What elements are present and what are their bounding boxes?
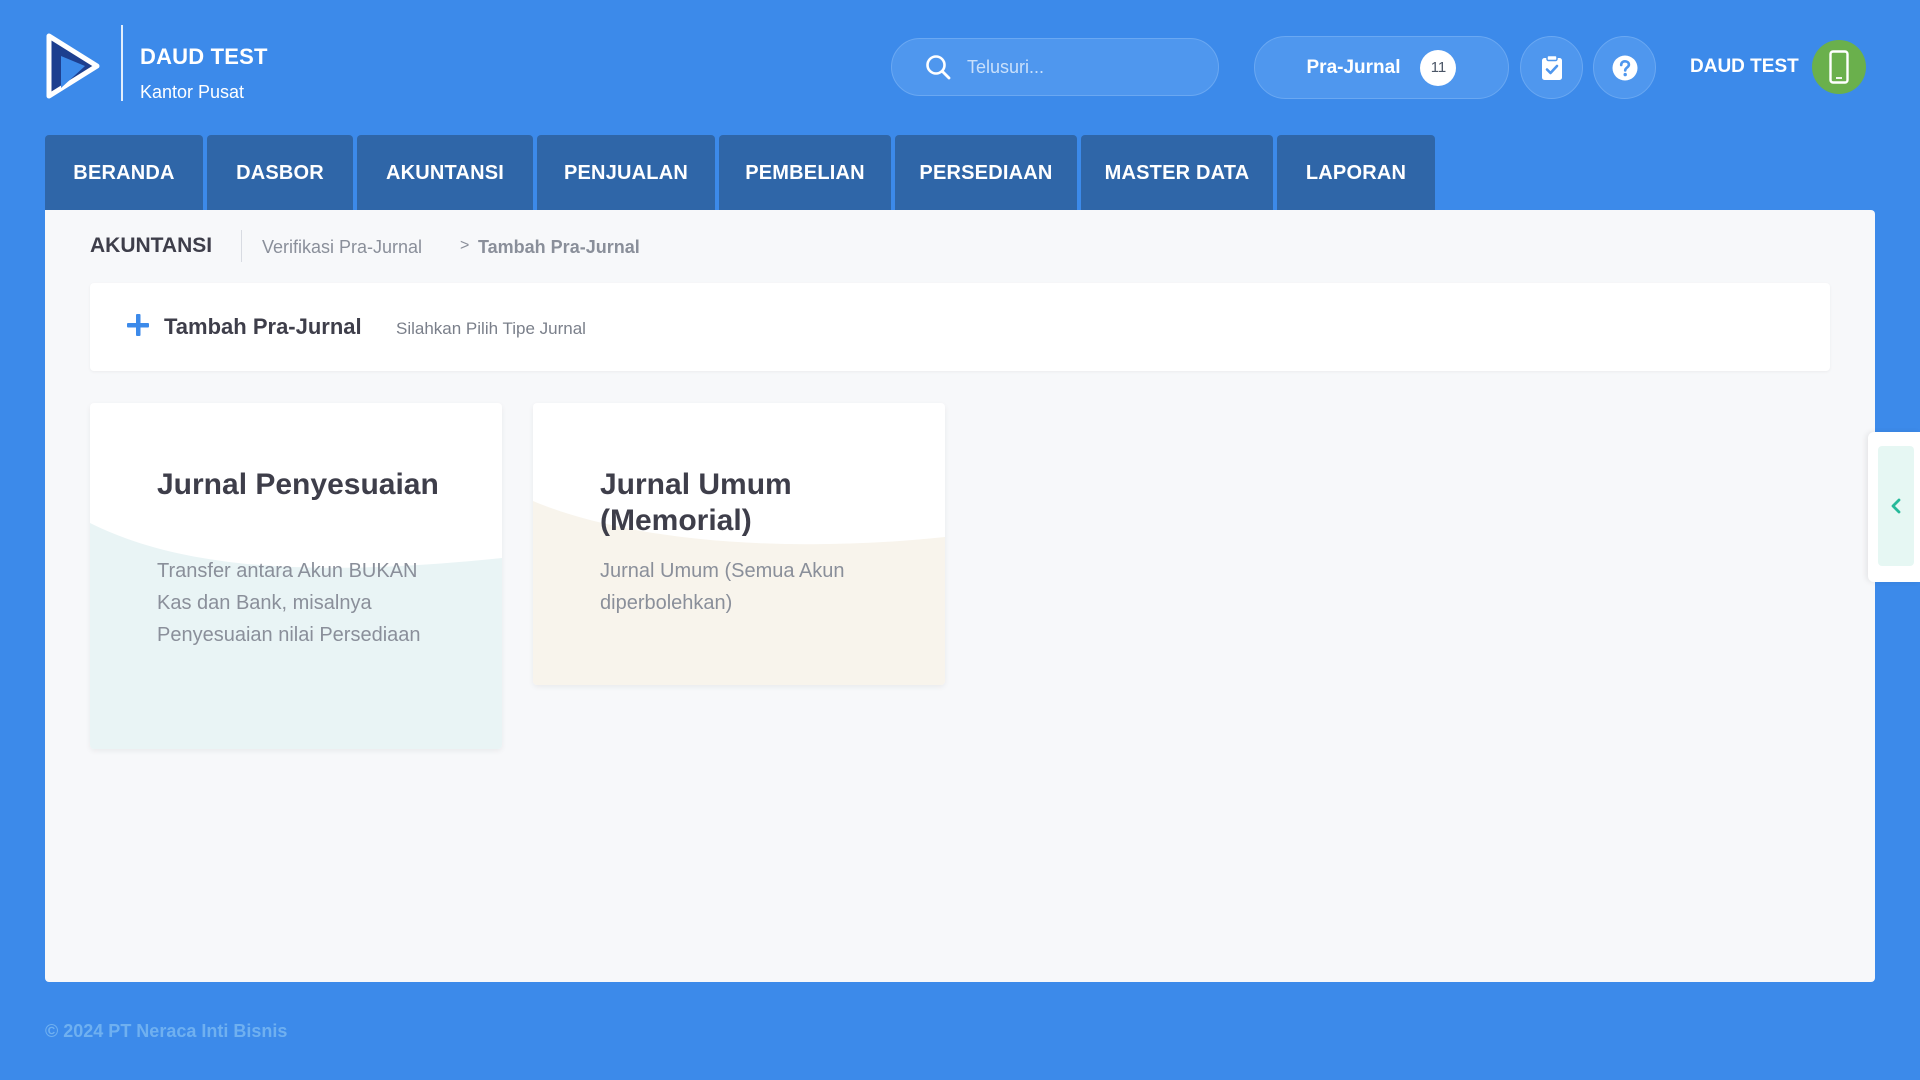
card-title: Jurnal Umum (Memorial) [600,468,792,537]
tab-laporan[interactable]: LAPORAN [1277,135,1435,211]
breadcrumb-divider [241,230,242,262]
breadcrumb-current: Tambah Pra-Jurnal [478,237,640,257]
tab-persediaan[interactable]: PERSEDIAAN [895,135,1077,211]
breadcrumb-parent-link[interactable]: Verifikasi Pra-Jurnal [262,237,422,258]
content-panel: AKUNTANSI Verifikasi Pra-Jurnal > Tambah… [45,210,1875,982]
search-input[interactable] [965,55,1199,79]
help-icon [1612,55,1637,80]
page-hint: Silahkan Pilih Tipe Jurnal [396,319,586,338]
tab-dasbor[interactable]: DASBOR [207,135,353,211]
plus-icon [127,314,149,336]
footer-copyright: © 2024 PT Neraca Inti Bisnis [45,1021,288,1041]
card-wave-background [533,501,945,685]
card-title: Jurnal Penyesuaian [157,468,439,501]
user-name[interactable]: DAUD TEST [1690,56,1799,78]
tab-beranda[interactable]: BERANDA [45,135,203,211]
logo-divider [121,25,123,101]
company-name: DAUD TEST [140,44,268,69]
search-icon [926,55,951,80]
logo-icon [46,33,100,99]
clipboard-button[interactable] [1520,36,1583,99]
tab-master-data[interactable]: MASTER DATA [1081,135,1273,211]
breadcrumb-separator: > [460,237,470,254]
tab-pembelian[interactable]: PEMBELIAN [719,135,891,211]
company-branch: Kantor Pusat [140,82,245,102]
avatar[interactable] [1812,40,1866,94]
pra-jurnal-label: Pra-Jurnal [1306,56,1401,78]
breadcrumb-section: AKUNTANSI [90,234,213,257]
search-box[interactable] [891,38,1219,96]
tab-akuntansi[interactable]: AKUNTANSI [357,135,533,211]
chevron-left-icon [1891,498,1901,514]
side-panel-toggle-inner [1878,446,1914,566]
page-subheader: Tambah Pra-Jurnal Silahkan Pilih Tipe Ju… [90,283,1830,371]
help-button[interactable] [1593,36,1656,99]
card-jurnal-umum[interactable]: Jurnal Umum (Memorial) Jurnal Umum (Semu… [533,403,945,685]
card-description: Jurnal Umum (Semua Akun diperbolehkan) [600,560,845,614]
side-panel-toggle[interactable] [1868,432,1920,582]
card-jurnal-penyesuaian[interactable]: Jurnal Penyesuaian Transfer antara Akun … [90,403,502,749]
card-description: Transfer antara Akun BUKAN Kas dan Bank,… [157,560,421,646]
pra-jurnal-count-badge: 11 [1420,49,1457,86]
phone-icon [1829,50,1849,84]
pra-jurnal-button[interactable]: Pra-Jurnal 11 [1254,36,1509,99]
page-title: Tambah Pra-Jurnal [164,314,362,339]
main-nav-tabs: BERANDA DASBOR AKUNTANSI PENJUALAN PEMBE… [45,135,1435,211]
clipboard-check-icon [1541,54,1562,80]
tab-penjualan[interactable]: PENJUALAN [537,135,715,211]
